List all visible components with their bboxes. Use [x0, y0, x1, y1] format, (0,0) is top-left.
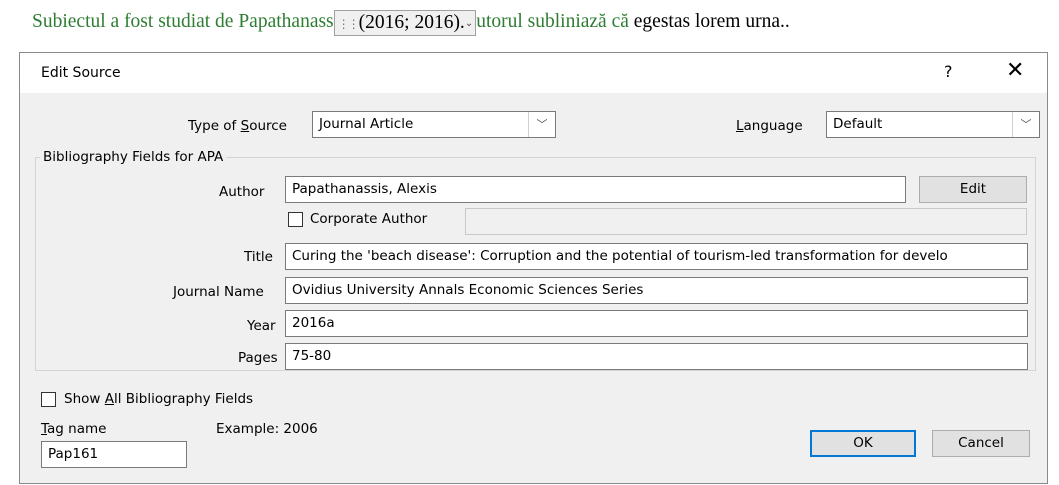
tag-name-value: Pap161 — [48, 446, 99, 462]
citation-grip-icon[interactable]: ⋮⋮ — [338, 12, 360, 36]
citation-dropdown-icon[interactable]: ⌄ — [465, 12, 473, 36]
chevron-down-icon[interactable]: ﹀ — [528, 112, 555, 137]
title-value: Curing the 'beach disease': Corruption a… — [292, 248, 948, 264]
author-field[interactable]: Papathanassis, Alexis — [285, 176, 906, 203]
title-label: Title — [244, 249, 273, 265]
tag-name-label: Tag name — [41, 421, 107, 437]
edit-source-dialog: Edit Source ? ✕ Type of Source Journal A… — [19, 52, 1048, 484]
chevron-down-icon[interactable]: ﹀ — [1012, 112, 1039, 137]
dialog-titlebar: Edit Source ? ✕ — [20, 53, 1047, 93]
cancel-button[interactable]: Cancel — [932, 430, 1030, 457]
dialog-title: Edit Source — [41, 65, 121, 81]
language-value: Default — [833, 116, 883, 132]
language-select[interactable]: Default ﹀ — [826, 111, 1040, 138]
journal-name-field[interactable]: Ovidius University Annals Economic Scien… — [285, 277, 1028, 304]
bibliography-fields-title: Bibliography Fields for APA — [40, 149, 227, 165]
type-of-source-label: Type of Source — [188, 118, 287, 134]
example-label: Example: 2006 — [216, 421, 318, 437]
tag-name-field[interactable]: Pap161 — [41, 441, 187, 468]
pages-field[interactable]: 75-80 — [285, 343, 1028, 370]
pages-value: 75-80 — [292, 348, 332, 364]
show-all-label: Show All Bibliography Fields — [64, 391, 254, 407]
type-of-source-value: Journal Article — [319, 116, 414, 132]
close-icon[interactable]: ✕ — [1006, 58, 1024, 83]
year-value: 2016a — [292, 315, 335, 331]
citation-text: (2016; 2016). — [358, 11, 465, 33]
doc-text-after-black: egestas lorem urna.. — [628, 11, 790, 32]
pages-label: Pages — [238, 350, 278, 366]
year-field[interactable]: 2016a — [285, 310, 1028, 337]
title-field[interactable]: Curing the 'beach disease': Corruption a… — [285, 243, 1028, 270]
corporate-author-field — [465, 208, 1027, 235]
doc-text-before: Subiectul a fost studiat de Papathanass — [32, 11, 334, 32]
help-button[interactable]: ? — [944, 62, 953, 81]
type-of-source-select[interactable]: Journal Article ﹀ — [312, 111, 556, 138]
citation-control[interactable]: ⋮⋮(2016; 2016).⌄ — [333, 9, 477, 36]
show-all-checkbox[interactable] — [41, 392, 56, 407]
document-text-line: Subiectul a fost studiat de Papathanass ⋮… — [32, 8, 1059, 36]
language-label: Language — [736, 118, 803, 134]
doc-text-after: utorul subliniază că — [476, 11, 629, 32]
journal-name-value: Ovidius University Annals Economic Scien… — [292, 282, 644, 298]
year-label: Year — [247, 318, 276, 334]
journal-name-label: Journal Name — [173, 284, 264, 300]
author-value: Papathanassis, Alexis — [292, 181, 437, 197]
author-edit-button[interactable]: Edit — [919, 176, 1027, 203]
author-label: Author — [219, 184, 265, 200]
corporate-author-label: Corporate Author — [310, 211, 428, 227]
corporate-author-checkbox[interactable] — [288, 212, 303, 227]
ok-button[interactable]: OK — [810, 430, 916, 457]
